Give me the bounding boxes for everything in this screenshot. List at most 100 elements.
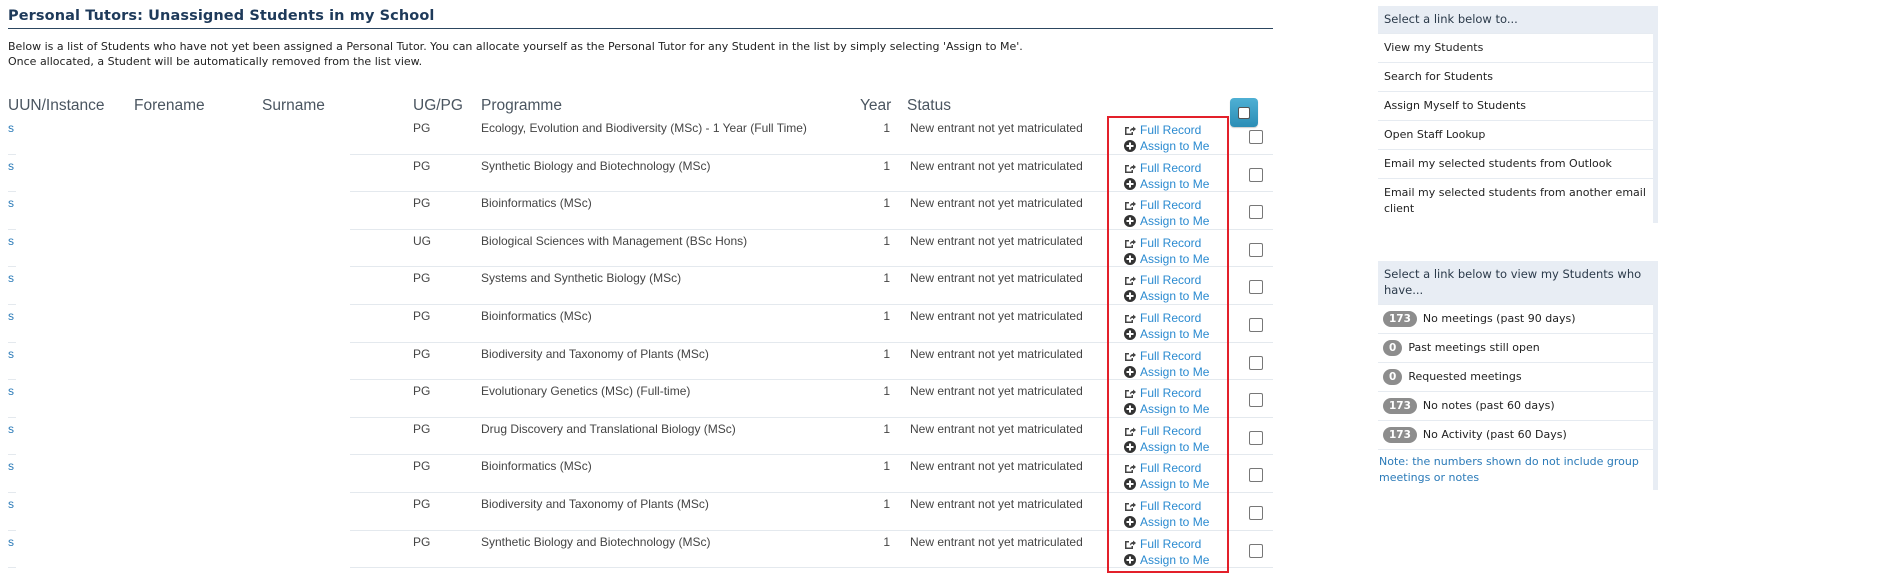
link-view-my-students[interactable]: View my Students bbox=[1378, 33, 1653, 62]
assign-to-me-link[interactable]: Assign to Me bbox=[1124, 176, 1209, 192]
assign-label: Assign to Me bbox=[1140, 439, 1210, 454]
link-email-other-client[interactable]: Email my selected students from another … bbox=[1378, 178, 1653, 223]
row-select-checkbox[interactable] bbox=[1249, 506, 1263, 520]
row-actions: Full Record Assign to Me bbox=[1124, 122, 1209, 154]
plus-circle-icon bbox=[1124, 328, 1140, 340]
uun-link[interactable]: s bbox=[8, 422, 14, 436]
full-record-link[interactable]: Full Record bbox=[1124, 122, 1209, 138]
student-filters-panel: Select a link below to view my Students … bbox=[1378, 261, 1658, 490]
assign-label: Assign to Me bbox=[1140, 289, 1210, 304]
uun-link[interactable]: s bbox=[8, 196, 14, 210]
header-status[interactable]: Status bbox=[907, 97, 951, 115]
filter-no-notes[interactable]: 173 No notes (past 60 days) bbox=[1378, 391, 1653, 420]
year-cell: 1 bbox=[883, 233, 890, 248]
programme-cell: Biological Sciences with Management (BSc… bbox=[481, 233, 748, 248]
full-record-link[interactable]: Full Record bbox=[1124, 385, 1209, 401]
year-cell: 1 bbox=[883, 196, 890, 211]
full-record-link[interactable]: Full Record bbox=[1124, 423, 1209, 439]
row-divider bbox=[8, 567, 16, 569]
uun-link[interactable]: s bbox=[8, 121, 14, 135]
link-assign-myself[interactable]: Assign Myself to Students bbox=[1378, 91, 1653, 120]
row-select-checkbox[interactable] bbox=[1249, 242, 1263, 257]
assign-label: Assign to Me bbox=[1140, 364, 1210, 379]
full-record-link[interactable]: Full Record bbox=[1124, 460, 1209, 476]
uun-link[interactable]: s bbox=[8, 535, 14, 549]
uun-link[interactable]: s bbox=[8, 271, 14, 285]
header-forename[interactable]: Forename bbox=[134, 97, 205, 115]
row-select-checkbox[interactable] bbox=[1249, 468, 1263, 483]
filter-label: No Activity (past 60 Days) bbox=[1422, 428, 1567, 441]
header-year[interactable]: Year bbox=[860, 97, 891, 115]
uun-link[interactable]: s bbox=[8, 309, 14, 323]
row-select-checkbox[interactable] bbox=[1249, 205, 1263, 220]
row-select-checkbox[interactable] bbox=[1249, 543, 1263, 558]
row-select-checkbox[interactable] bbox=[1249, 430, 1263, 445]
uun-link[interactable]: s bbox=[8, 234, 14, 248]
external-link-icon bbox=[1124, 312, 1140, 324]
row-select-checkbox[interactable] bbox=[1249, 167, 1263, 182]
full-record-link[interactable]: Full Record bbox=[1124, 197, 1209, 213]
full-record-link[interactable]: Full Record bbox=[1124, 348, 1209, 364]
row-actions: Full Record Assign to Me bbox=[1124, 235, 1209, 267]
uun-link[interactable]: s bbox=[8, 347, 14, 361]
header-uun[interactable]: UUN/Instance bbox=[8, 97, 104, 115]
assign-to-me-link[interactable]: Assign to Me bbox=[1124, 401, 1209, 417]
programme-cell: Synthetic Biology and Biotechnology (MSc… bbox=[481, 534, 711, 549]
assign-to-me-link[interactable]: Assign to Me bbox=[1124, 213, 1209, 229]
uun-link[interactable]: s bbox=[8, 497, 14, 511]
assign-to-me-link[interactable]: Assign to Me bbox=[1124, 326, 1209, 342]
full-record-link[interactable]: Full Record bbox=[1124, 272, 1209, 288]
filter-no-meetings[interactable]: 173 No meetings (past 90 days) bbox=[1378, 304, 1653, 333]
full-record-link[interactable]: Full Record bbox=[1124, 310, 1209, 326]
row-select-checkbox[interactable] bbox=[1249, 355, 1263, 370]
header-programme[interactable]: Programme bbox=[481, 97, 562, 115]
link-email-outlook[interactable]: Email my selected students from Outlook bbox=[1378, 149, 1653, 178]
full-record-link[interactable]: Full Record bbox=[1124, 498, 1209, 514]
full-record-link[interactable]: Full Record bbox=[1124, 536, 1209, 552]
header-ugpg[interactable]: UG/PG bbox=[413, 97, 463, 115]
link-search-for-students[interactable]: Search for Students bbox=[1378, 62, 1653, 91]
full-record-link[interactable]: Full Record bbox=[1124, 235, 1209, 251]
row-select-checkbox[interactable] bbox=[1249, 280, 1263, 295]
row-select-checkbox[interactable] bbox=[1249, 130, 1263, 144]
filter-requested-meetings[interactable]: 0 Requested meetings bbox=[1378, 362, 1653, 391]
assign-to-me-link[interactable]: Assign to Me bbox=[1124, 439, 1209, 455]
programme-cell: Bioinformatics (MSc) bbox=[481, 459, 592, 474]
year-cell: 1 bbox=[883, 497, 890, 511]
uun-link[interactable]: s bbox=[8, 459, 14, 473]
assign-to-me-link[interactable]: Assign to Me bbox=[1124, 552, 1209, 568]
plus-circle-icon bbox=[1124, 516, 1140, 528]
row-select-checkbox[interactable] bbox=[1249, 318, 1263, 332]
assign-to-me-link[interactable]: Assign to Me bbox=[1124, 476, 1209, 492]
ugpg-cell: PG bbox=[413, 534, 431, 549]
external-link-icon bbox=[1124, 350, 1140, 362]
filter-past-meetings-open[interactable]: 0 Past meetings still open bbox=[1378, 333, 1653, 362]
assign-to-me-link[interactable]: Assign to Me bbox=[1124, 514, 1209, 530]
full-record-link[interactable]: Full Record bbox=[1124, 160, 1209, 176]
external-link-icon bbox=[1124, 387, 1140, 399]
uun-link[interactable]: s bbox=[8, 384, 14, 398]
full-record-label: Full Record bbox=[1140, 235, 1202, 250]
row-actions: Full Record Assign to Me bbox=[1124, 536, 1209, 568]
header-surname[interactable]: Surname bbox=[262, 97, 325, 115]
link-open-staff-lookup[interactable]: Open Staff Lookup bbox=[1378, 120, 1653, 149]
assign-to-me-link[interactable]: Assign to Me bbox=[1124, 138, 1209, 154]
filter-no-activity[interactable]: 173 No Activity (past 60 Days) bbox=[1378, 420, 1653, 449]
filter-label: Requested meetings bbox=[1408, 370, 1522, 383]
uun-link[interactable]: s bbox=[8, 159, 14, 173]
quick-links-heading: Select a link below to... bbox=[1384, 12, 1518, 26]
assign-to-me-link[interactable]: Assign to Me bbox=[1124, 364, 1209, 380]
row-actions: Full Record Assign to Me bbox=[1124, 460, 1209, 492]
assign-to-me-link[interactable]: Assign to Me bbox=[1124, 288, 1209, 304]
programme-cell: Drug Discovery and Translational Biology… bbox=[481, 421, 736, 436]
year-cell: 1 bbox=[883, 459, 890, 474]
status-cell: New entrant not yet matriculated bbox=[910, 497, 1083, 511]
full-record-label: Full Record bbox=[1140, 311, 1202, 325]
row-actions: Full Record Assign to Me bbox=[1124, 498, 1209, 530]
programme-cell: Evolutionary Genetics (MSc) (Full-time) bbox=[481, 384, 691, 399]
row-select-checkbox[interactable] bbox=[1249, 393, 1263, 408]
full-record-label: Full Record bbox=[1140, 160, 1202, 175]
external-link-icon bbox=[1124, 462, 1140, 474]
assign-to-me-link[interactable]: Assign to Me bbox=[1124, 251, 1209, 267]
status-cell: New entrant not yet matriculated bbox=[910, 421, 1083, 436]
